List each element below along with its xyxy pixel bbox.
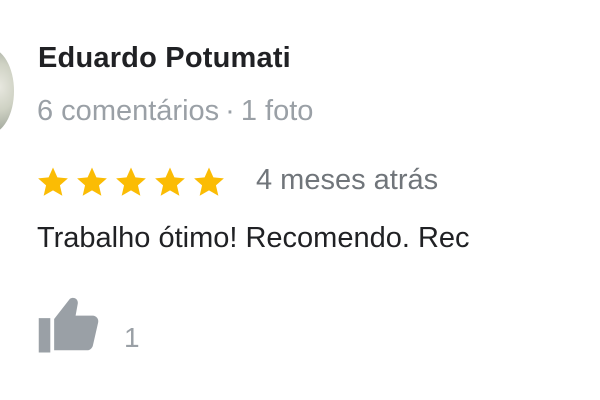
- star-icon: [192, 165, 226, 199]
- reviewer-avatar[interactable]: [0, 48, 14, 134]
- thumbs-up-icon[interactable]: [36, 292, 102, 358]
- star-icon: [114, 165, 148, 199]
- reviewer-name[interactable]: Eduardo Potumati: [38, 42, 291, 75]
- star-rating: [36, 160, 231, 204]
- photos-count: 1 foto: [240, 95, 314, 127]
- star-icon: [153, 165, 187, 199]
- reviewer-meta: 6 comentários · 1 foto: [37, 95, 313, 128]
- like-button[interactable]: 1: [36, 290, 140, 360]
- meta-separator: ·: [225, 95, 235, 127]
- review-card: Eduardo Potumati 6 comentários · 1 foto 4 …: [0, 0, 600, 400]
- star-icon: [75, 165, 109, 199]
- reviews-count: 6 comentários: [37, 95, 220, 127]
- review-time: 4 meses atrás: [256, 164, 439, 196]
- star-icon: [36, 165, 70, 199]
- like-count: 1: [124, 322, 140, 353]
- review-text: Trabalho ótimo! Recomendo. Rec: [37, 222, 470, 254]
